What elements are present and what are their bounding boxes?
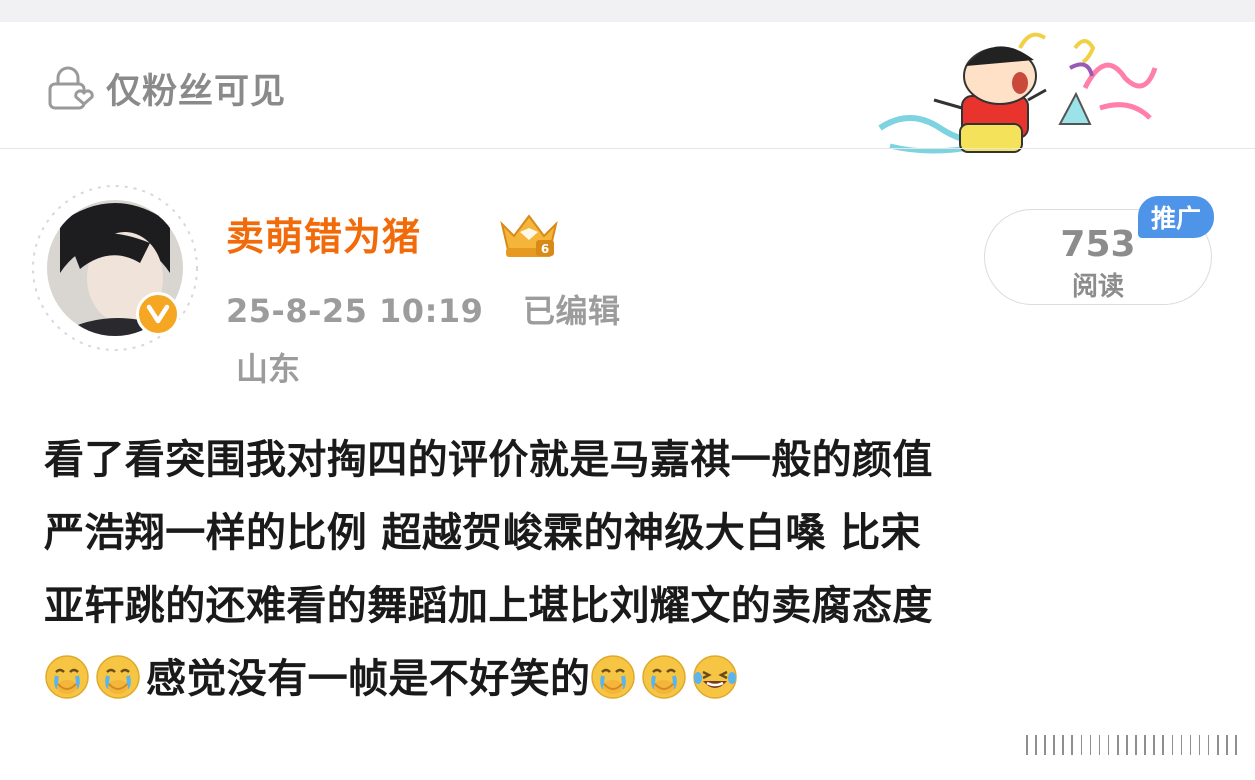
post-line-text: 感觉没有一帧是不好笑的 bbox=[146, 656, 591, 702]
post-line-4: 感觉没有一帧是不好笑的 bbox=[44, 643, 1224, 716]
verified-badge bbox=[136, 292, 180, 336]
crying-emoji bbox=[591, 655, 636, 699]
laughing-tears-emoji bbox=[693, 655, 738, 699]
visibility-label: 仅粉丝可见 bbox=[106, 71, 287, 112]
header-divider bbox=[0, 148, 1255, 149]
crying-emoji bbox=[96, 655, 140, 699]
crayon-shinchan-sticker bbox=[878, 32, 1158, 154]
status-strip bbox=[0, 0, 1255, 22]
lock-heart-icon bbox=[48, 66, 94, 110]
edited-label[interactable]: 已编辑 bbox=[523, 292, 621, 330]
post-line: 亚轩跳的还难看的舞蹈加上堪比刘耀文的卖腐态度 bbox=[44, 583, 933, 629]
crown-icon: 6 bbox=[500, 214, 558, 257]
post-line: 看了看突围我对掏四的评价就是马嘉祺一般的颜值 bbox=[44, 437, 933, 483]
author-name[interactable]: 卖萌错为猪 bbox=[226, 206, 421, 261]
svg-text:6: 6 bbox=[541, 242, 549, 256]
post-time: 25-8-25 10:19 bbox=[226, 292, 484, 330]
post-line: 严浩翔一样的比例 超越贺峻霖的神级大白嗓 比宋 bbox=[44, 510, 922, 556]
post-body: 看了看突围我对掏四的评价就是马嘉祺一般的颜值 严浩翔一样的比例 超越贺峻霖的神级… bbox=[44, 424, 1224, 716]
verified-v-icon bbox=[146, 304, 170, 324]
post-location: 山东 bbox=[236, 350, 301, 388]
promote-button[interactable]: 推广 bbox=[1138, 196, 1214, 238]
post-meta: 25-8-25 10:19 已编辑 bbox=[226, 286, 621, 332]
crying-emoji bbox=[642, 655, 687, 699]
read-label: 阅读 bbox=[1071, 272, 1124, 302]
crying-emoji bbox=[45, 655, 89, 699]
scroll-indicator[interactable] bbox=[1026, 735, 1246, 755]
visibility-indicator: 仅粉丝可见 bbox=[46, 66, 286, 112]
